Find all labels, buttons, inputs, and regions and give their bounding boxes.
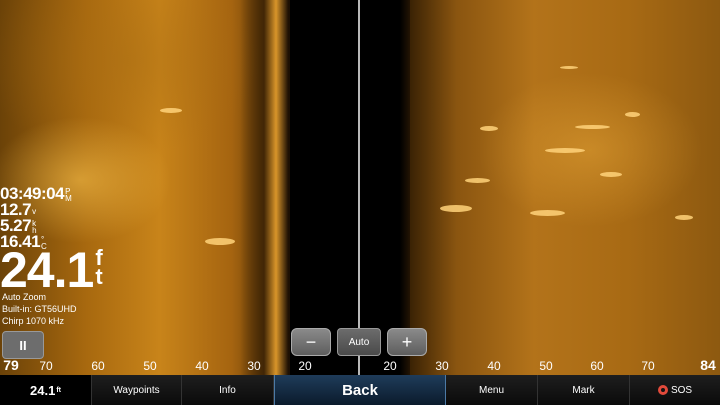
sos-button[interactable]: SOS <box>630 375 720 405</box>
depth-unit: f t <box>95 247 103 289</box>
range-tick: 40 <box>195 359 209 373</box>
depth-databox-unit: ft <box>56 386 61 394</box>
sonar-return <box>675 215 693 220</box>
zoom-in-button[interactable]: + <box>387 328 427 356</box>
range-tick: 20 <box>383 359 397 373</box>
minus-icon: − <box>305 331 317 352</box>
sonar-return <box>530 210 565 216</box>
range-left-end: 79 <box>3 357 19 373</box>
depth-readout: 24.1 f t <box>0 242 103 298</box>
sonar-return <box>465 178 490 183</box>
sonar-return <box>560 66 578 69</box>
transducer-label: Built-in: GT56UHD <box>2 304 77 314</box>
sonar-return <box>480 126 498 131</box>
range-tick: 60 <box>91 359 105 373</box>
zoom-mode-label: Auto Zoom <box>2 292 47 302</box>
sonar-return <box>205 238 235 245</box>
zoom-controls: − Auto + <box>291 328 427 356</box>
range-tick: 30 <box>435 359 449 373</box>
depth-unit-bottom: t <box>95 264 103 289</box>
pause-button[interactable]: II <box>2 331 44 359</box>
sidescan-sonar-screen: 03:49:04 P M 12.7 v 5.27 k h 16.41 ° C 2… <box>0 0 720 405</box>
time-unit-bottom: M <box>65 194 72 203</box>
frequency-label: Chirp 1070 kHz <box>2 316 65 326</box>
pause-icon: II <box>19 337 27 353</box>
sonar-return <box>625 112 640 117</box>
range-scale: 79 70 60 50 40 30 20 20 30 40 50 60 70 8… <box>0 357 720 375</box>
range-tick: 50 <box>143 359 157 373</box>
range-tick: 60 <box>590 359 604 373</box>
range-tick: 40 <box>487 359 501 373</box>
zoom-out-button[interactable]: − <box>291 328 331 356</box>
sonar-return <box>575 125 610 129</box>
menu-button[interactable]: Menu <box>446 375 538 405</box>
sonar-right-image <box>410 0 720 375</box>
sonar-return <box>160 108 182 113</box>
data-readouts: 03:49:04 P M 12.7 v 5.27 k h 16.41 ° C <box>0 185 72 251</box>
range-tick: 50 <box>539 359 553 373</box>
plus-icon: + <box>401 331 413 352</box>
mark-button[interactable]: Mark <box>538 375 630 405</box>
center-track-line <box>358 0 360 375</box>
sonar-info: Auto Zoom Built-in: GT56UHD Chirp 1070 k… <box>2 291 77 327</box>
range-tick: 70 <box>641 359 655 373</box>
range-tick: 70 <box>39 359 53 373</box>
range-tick: 20 <box>298 359 312 373</box>
info-button[interactable]: Info <box>182 375 274 405</box>
voltage-unit: v <box>32 207 37 216</box>
sonar-return <box>440 205 472 212</box>
water-column <box>290 0 410 375</box>
back-button[interactable]: Back <box>274 375 446 405</box>
time-unit: P M <box>65 188 72 203</box>
range-right-end: 84 <box>700 357 716 373</box>
range-tick: 30 <box>247 359 261 373</box>
sonar-return <box>600 172 622 177</box>
depth-databox-value: 24.1 <box>30 382 56 398</box>
waypoints-button[interactable]: Waypoints <box>92 375 182 405</box>
sos-label: SOS <box>670 384 693 396</box>
bottom-bar: 24.1 ft Waypoints Info Back Menu Mark SO… <box>0 375 720 405</box>
sonar-return <box>545 148 585 153</box>
voltage-unit-label: v <box>32 207 37 216</box>
zoom-auto-button[interactable]: Auto <box>337 328 381 356</box>
depth-value: 24.1 <box>0 242 94 298</box>
depth-databox[interactable]: 24.1 ft <box>0 375 92 405</box>
sos-lifebuoy-icon <box>657 385 668 395</box>
